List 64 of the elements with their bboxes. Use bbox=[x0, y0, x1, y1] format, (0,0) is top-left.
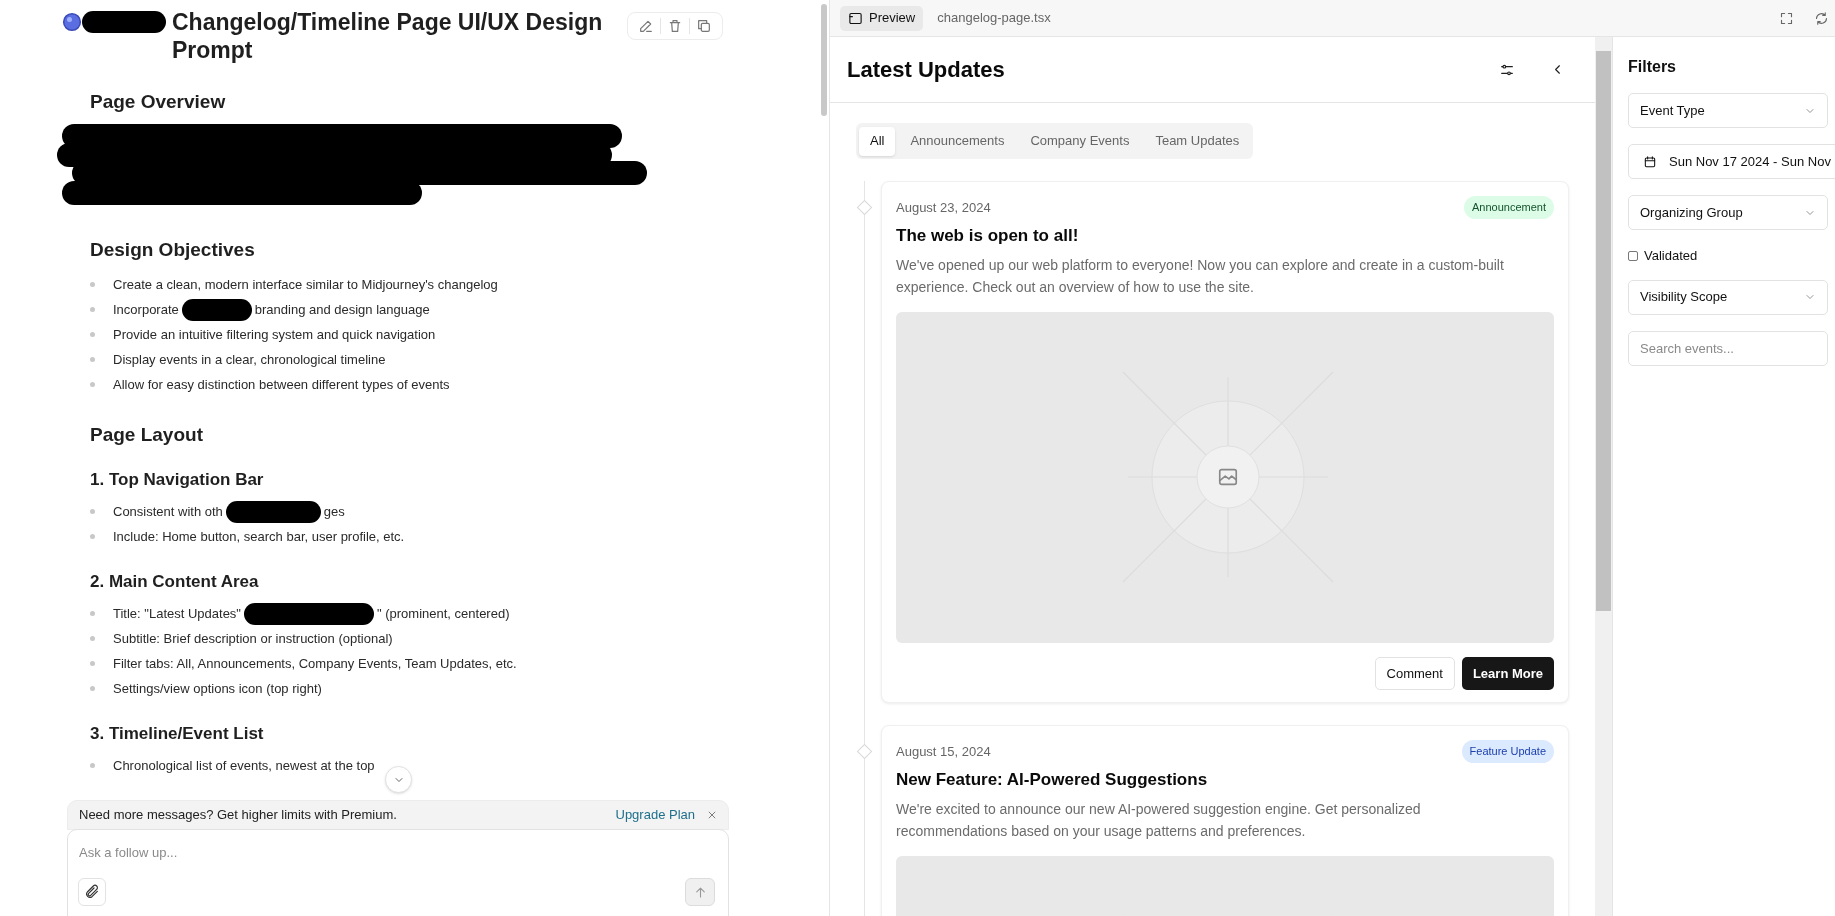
filter-tab[interactable]: All bbox=[859, 126, 896, 156]
section-heading: Page Overview bbox=[90, 90, 227, 114]
dropdown[interactable]: Visibility Scope bbox=[1628, 279, 1828, 315]
banner-text: Need more messages? Get higher limits with Premium. bbox=[79, 806, 398, 825]
bullet-text: Display events in a clear, chronological timeline bbox=[113, 350, 386, 369]
event-title: The web is open to all! bbox=[896, 224, 1080, 247]
image-icon bbox=[1217, 466, 1239, 488]
refresh-button[interactable] bbox=[1814, 10, 1829, 26]
scrollbar-thumb[interactable] bbox=[1596, 51, 1611, 611]
refresh-icon bbox=[1814, 10, 1829, 26]
event-title: New Feature: AI-Powered Suggestions bbox=[896, 768, 1209, 791]
event-date: August 23, 2024 bbox=[896, 198, 991, 217]
bullet-text: Subtitle: Brief description or instruction (optional) bbox=[113, 629, 393, 648]
fullscreen-icon bbox=[1779, 10, 1794, 26]
bullet-text: Filter tabs: All, Announcements, Company Events, Team Updates, etc. bbox=[113, 654, 517, 673]
bullet-text: Allow for easy distinction between different types of events bbox=[113, 375, 450, 394]
filter-tab[interactable]: Company Events bbox=[1019, 126, 1141, 156]
panel-tab[interactable]: Preview bbox=[840, 5, 924, 31]
bullet-text: Incorporate branding and design language bbox=[113, 298, 430, 321]
action-button[interactable]: Learn More bbox=[1461, 657, 1554, 690]
bullet-text: Provide an intuitive filtering system and quick navigation bbox=[113, 325, 436, 344]
section-heading: 1. Top Navigation Bar bbox=[90, 469, 265, 491]
scrollbar-thumb[interactable] bbox=[821, 4, 827, 116]
trash-icon bbox=[667, 18, 683, 34]
section-heading: Page Layout bbox=[90, 423, 204, 447]
filter-tab[interactable]: Team Updates bbox=[1144, 126, 1251, 156]
close-icon bbox=[707, 810, 717, 820]
window-icon bbox=[848, 10, 863, 26]
search-field[interactable]: Search events... bbox=[1628, 330, 1828, 366]
event-date: August 15, 2024 bbox=[896, 742, 991, 761]
filter-tab[interactable]: Announcements bbox=[899, 126, 1016, 156]
dropdown[interactable]: Event Type bbox=[1628, 93, 1828, 128]
bullet-text: Consistent with oth ges bbox=[113, 500, 345, 523]
bullet-text: Include: Home button, search bar, user profile, etc. bbox=[113, 527, 405, 546]
attach-button[interactable] bbox=[78, 878, 106, 906]
event-description: We've opened up our web platform to everyone! Now you can explore and create in a custom-built experience. Check out an overview of how to use the site. bbox=[896, 256, 1505, 297]
page-title: Latest Updates bbox=[847, 56, 1006, 84]
dropdown[interactable]: Organizing Group bbox=[1628, 195, 1828, 230]
bullet-text: Title: "Latest Updates" " (prominent, centered) bbox=[113, 602, 510, 625]
paperclip-icon bbox=[84, 884, 100, 900]
calendar-icon bbox=[1643, 154, 1657, 169]
event-description: We're excited to announce our new AI-powered suggestion engine. Get personalized recommendations based on your usage patterns and preferences. bbox=[896, 800, 1422, 841]
upgrade-link[interactable]: Upgrade Plan bbox=[615, 805, 695, 825]
section-heading: Design Objectives bbox=[90, 238, 256, 262]
panel-tab[interactable]: changelog-page.tsx bbox=[929, 5, 1059, 31]
event-badge: Feature Update bbox=[1461, 740, 1554, 763]
avatar-icon bbox=[62, 12, 82, 32]
section-heading: 2. Main Content Area bbox=[90, 571, 260, 593]
checkbox[interactable] bbox=[1628, 250, 1638, 261]
close-button[interactable] bbox=[707, 810, 717, 820]
event-badge: Announcement bbox=[1464, 196, 1554, 219]
bullet-text: Settings/view options icon (top right) bbox=[113, 679, 322, 698]
fullscreen-button[interactable] bbox=[1779, 10, 1794, 26]
filters-title: Filters bbox=[1628, 57, 1677, 77]
message-input[interactable]: Ask a follow up... bbox=[67, 829, 729, 916]
bullet-text: Create a clean, modern interface similar to Midjourney's changelog bbox=[113, 275, 498, 294]
edit-icon bbox=[638, 18, 654, 34]
date-range-picker[interactable]: Sun Nov 17 2024 - Sun Nov bbox=[1628, 144, 1835, 179]
bullet-text: Chronological list of events, newest at the top bbox=[113, 756, 375, 775]
section-heading: 3. Timeline/Event List bbox=[90, 723, 265, 745]
action-button[interactable]: Comment bbox=[1374, 657, 1455, 690]
chat-title: Changelog/Timeline Page UI/UX Design Prompt bbox=[172, 8, 604, 64]
checkbox-label: Validated bbox=[1644, 247, 1698, 265]
copy-icon bbox=[696, 18, 712, 34]
